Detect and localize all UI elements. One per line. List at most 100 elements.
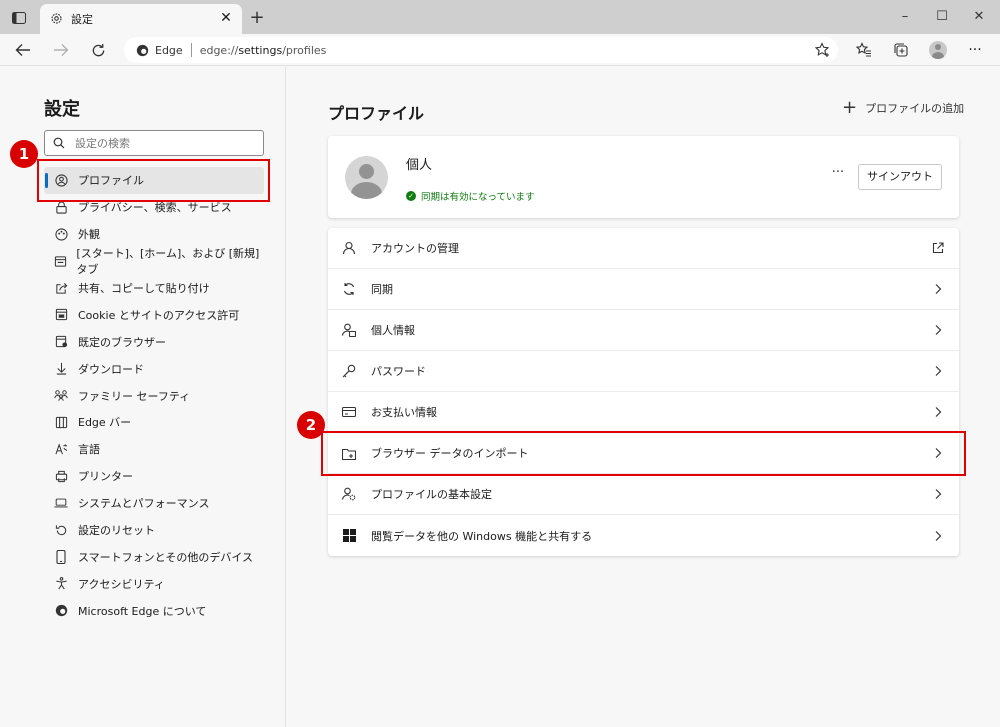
chevron-right-icon bbox=[931, 364, 945, 378]
site-name: Edge bbox=[155, 43, 183, 57]
add-profile-button[interactable]: + プロファイルの追加 bbox=[842, 97, 965, 118]
edge-logo-icon bbox=[136, 44, 149, 57]
accessibility-icon bbox=[53, 576, 69, 592]
sidebar-item-label: 言語 bbox=[78, 443, 100, 457]
sidebar-nav: プロファイル プライバシー、検索、サービス 外観 [スタート]、[ホーム]、およ… bbox=[44, 167, 264, 624]
sidebar-item-label: スマートフォンとその他のデバイス bbox=[78, 550, 254, 564]
search-input[interactable]: 設定の検索 bbox=[44, 130, 264, 156]
refresh-icon[interactable] bbox=[87, 39, 109, 61]
row-label: プロファイルの基本設定 bbox=[371, 488, 492, 501]
check-icon: ✓ bbox=[406, 191, 416, 201]
sidebar-item-label: システムとパフォーマンス bbox=[78, 497, 210, 511]
sidebar-item-label: プリンター bbox=[78, 470, 133, 484]
account-icon bbox=[341, 240, 357, 256]
personal-info-icon bbox=[341, 322, 357, 338]
sidebar-item-start-home[interactable]: [スタート]、[ホーム]、および [新規] タブ bbox=[44, 247, 264, 276]
profile-prefs-icon bbox=[341, 486, 357, 502]
close-icon[interactable]: ✕ bbox=[218, 10, 234, 26]
sidebar-item-appearance[interactable]: 外観 bbox=[44, 221, 264, 248]
row-payment-info[interactable]: お支払い情報 bbox=[328, 392, 959, 433]
laptop-icon bbox=[53, 495, 69, 511]
chevron-right-icon bbox=[931, 323, 945, 337]
row-label: アカウントの管理 bbox=[371, 242, 459, 255]
step-badge-2: 2 bbox=[297, 411, 325, 439]
key-icon bbox=[341, 363, 357, 379]
tab-actions-icon[interactable] bbox=[8, 8, 30, 28]
appearance-icon bbox=[53, 226, 69, 242]
sidebar-item-edge-bar[interactable]: Edge バー bbox=[44, 409, 264, 436]
cookie-icon bbox=[53, 307, 69, 323]
edge-bar-icon bbox=[53, 414, 69, 430]
sidebar-item-label: アクセシビリティ bbox=[78, 577, 165, 591]
sidebar-item-label: 共有、コピーして貼り付け bbox=[78, 282, 210, 295]
forward-icon[interactable] bbox=[50, 39, 72, 61]
sidebar-item-family[interactable]: ファミリー セーフティ bbox=[44, 382, 264, 409]
maximize-button[interactable]: ☐ bbox=[925, 4, 959, 30]
collections-icon[interactable] bbox=[890, 39, 912, 61]
sidebar-item-devices[interactable]: スマートフォンとその他のデバイス bbox=[44, 543, 264, 570]
sidebar-item-label: 既定のブラウザー bbox=[78, 335, 166, 349]
window-close-button[interactable]: ✕ bbox=[962, 4, 996, 30]
avatar bbox=[345, 156, 388, 199]
row-label: 個人情報 bbox=[371, 324, 415, 337]
profile-settings-list: アカウントの管理 同期 個人情報 パスワード お支払い情報 ブラウザー データの… bbox=[328, 228, 959, 556]
back-icon[interactable] bbox=[12, 39, 34, 61]
reset-icon bbox=[53, 522, 69, 538]
external-link-icon bbox=[931, 241, 945, 255]
profile-name: 個人 bbox=[406, 158, 433, 173]
browser-icon bbox=[53, 334, 69, 350]
sidebar-item-about[interactable]: Microsoft Edge について bbox=[44, 597, 264, 624]
row-personal-info[interactable]: 個人情報 bbox=[328, 310, 959, 351]
sidebar-item-language[interactable]: 言語 bbox=[44, 436, 264, 463]
sidebar-item-default-browser[interactable]: 既定のブラウザー bbox=[44, 328, 264, 355]
plus-icon: + bbox=[842, 97, 858, 118]
sync-status: ✓ 同期は有効になっています bbox=[406, 189, 535, 203]
favorites-icon[interactable] bbox=[853, 39, 875, 61]
sidebar-item-label: ダウンロード bbox=[78, 362, 144, 376]
download-icon bbox=[53, 361, 69, 377]
row-label: パスワード bbox=[371, 365, 426, 378]
minimize-button[interactable]: – bbox=[888, 4, 922, 30]
row-passwords[interactable]: パスワード bbox=[328, 351, 959, 392]
profile-more-button[interactable]: ··· bbox=[828, 166, 848, 184]
sidebar-item-label: 外観 bbox=[78, 228, 100, 242]
row-account-management[interactable]: アカウントの管理 bbox=[328, 228, 959, 269]
gear-icon bbox=[50, 10, 63, 29]
signout-button[interactable]: サインアウト bbox=[858, 164, 942, 190]
share-icon bbox=[53, 280, 69, 296]
row-share-windows[interactable]: 閲覧データを他の Windows 機能と共有する bbox=[328, 515, 959, 556]
step-badge-1: 1 bbox=[10, 140, 38, 168]
row-sync[interactable]: 同期 bbox=[328, 269, 959, 310]
sidebar-item-printers[interactable]: プリンター bbox=[44, 463, 264, 490]
home-tab-icon bbox=[53, 253, 67, 269]
sidebar-item-reset[interactable]: 設定のリセット bbox=[44, 517, 264, 544]
family-icon bbox=[53, 388, 69, 404]
sync-status-text: 同期は有効になっています bbox=[421, 192, 535, 203]
sidebar-item-downloads[interactable]: ダウンロード bbox=[44, 355, 264, 382]
sidebar-item-label: ファミリー セーフティ bbox=[78, 389, 191, 403]
phone-icon bbox=[53, 549, 69, 565]
new-tab-button[interactable]: + bbox=[247, 8, 267, 28]
language-icon bbox=[53, 441, 69, 457]
chevron-right-icon bbox=[931, 405, 945, 419]
address-bar[interactable]: Edge edge://settings/profiles bbox=[124, 37, 838, 63]
row-label: お支払い情報 bbox=[371, 406, 437, 419]
sidebar-item-share[interactable]: 共有、コピーして貼り付け bbox=[44, 275, 264, 302]
search-icon bbox=[53, 137, 65, 149]
row-profile-preferences[interactable]: プロファイルの基本設定 bbox=[328, 474, 959, 515]
chevron-right-icon bbox=[931, 529, 945, 543]
add-favorite-icon[interactable] bbox=[812, 39, 834, 61]
profile-avatar-button[interactable] bbox=[927, 39, 949, 61]
row-label: 閲覧データを他の Windows 機能と共有する bbox=[371, 529, 593, 543]
tab-settings[interactable]: 設定 ✕ bbox=[40, 4, 242, 34]
sidebar-item-cookies[interactable]: Cookie とサイトのアクセス許可 bbox=[44, 301, 264, 328]
more-menu-icon[interactable]: ··· bbox=[964, 39, 986, 61]
sidebar-item-system[interactable]: システムとパフォーマンス bbox=[44, 490, 264, 517]
sidebar-item-label: Cookie とサイトのアクセス許可 bbox=[78, 308, 240, 322]
add-profile-label: プロファイルの追加 bbox=[865, 102, 965, 115]
printer-icon bbox=[53, 468, 69, 484]
sidebar-item-accessibility[interactable]: アクセシビリティ bbox=[44, 570, 264, 597]
chevron-right-icon bbox=[931, 282, 945, 296]
sidebar-item-label: Edge バー bbox=[78, 416, 132, 430]
toolbar: Edge edge://settings/profiles ··· bbox=[0, 34, 1000, 66]
